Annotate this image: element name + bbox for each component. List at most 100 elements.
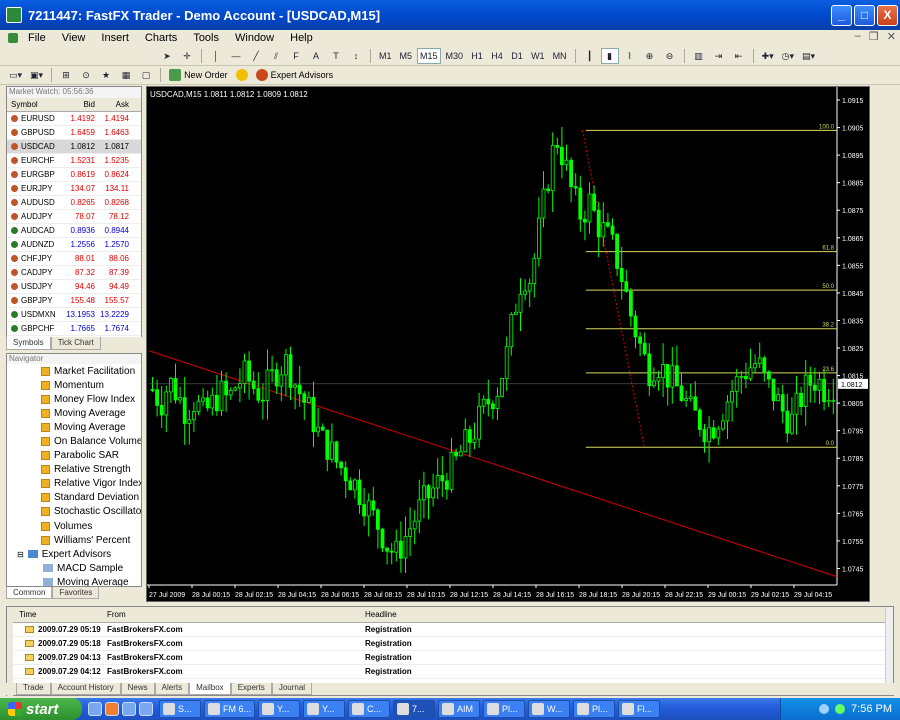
text-label-icon[interactable]: T — [327, 48, 345, 64]
market-watch-row[interactable]: CHFJPY 88.01 88.06 — [7, 252, 141, 266]
terminal-tab-journal[interactable]: Journal — [271, 683, 313, 695]
trendline-icon[interactable]: ╱ — [247, 48, 265, 64]
taskbar-button[interactable]: Pl... — [573, 700, 616, 718]
taskbar-button[interactable]: C... — [348, 700, 391, 718]
navigator-indicator-item[interactable]: Momentum — [7, 378, 141, 392]
show-desktop-icon[interactable] — [88, 702, 102, 716]
price-chart[interactable]: 1.0915 1.0905 1.0895 1.0885 1.0875 1.0865 1.08… — [147, 87, 869, 601]
metaeditor-icon[interactable] — [233, 67, 251, 83]
expert-advisors-button[interactable]: Expert Advisors — [253, 69, 337, 81]
market-watch-row[interactable]: EURCHF 1.5231 1.5235 — [7, 154, 141, 168]
market-watch-row[interactable]: AUDNZD 1.2556 1.2570 — [7, 238, 141, 252]
navigator-indicator-item[interactable]: Stochastic Oscillator — [7, 505, 141, 519]
profiles-icon[interactable]: ▣▾ — [27, 67, 46, 83]
navigator-indicator-item[interactable]: Williams' Percent — [7, 533, 141, 547]
col-headline[interactable]: Headline — [359, 610, 397, 619]
taskbar-button[interactable]: Pl... — [483, 700, 526, 718]
market-watch-row[interactable]: EURUSD 1.4192 1.4194 — [7, 112, 141, 126]
navigator-indicator-item[interactable]: Market Facilitation — [7, 364, 141, 378]
col-bid[interactable]: Bid — [57, 100, 95, 109]
data-window-icon[interactable]: ⊙ — [77, 67, 95, 83]
market-watch-row[interactable]: USDJPY 94.46 94.49 — [7, 280, 141, 294]
market-watch-row[interactable]: EURJPY 134.07 134.11 — [7, 182, 141, 196]
navigator-icon[interactable]: ★ — [97, 67, 115, 83]
terminal-tab-experts[interactable]: Experts — [230, 683, 272, 695]
market-watch-row[interactable]: EURGBP 0.8619 0.8624 — [7, 168, 141, 182]
tab-favorites[interactable]: Favorites — [52, 587, 100, 599]
navigator-indicator-item[interactable]: Relative Strength — [7, 463, 141, 477]
col-symbol[interactable]: Symbol — [7, 100, 57, 109]
collapse-icon[interactable]: ⊟ — [17, 550, 24, 559]
tf-m15-button[interactable]: M15 — [417, 48, 441, 64]
market-watch-row[interactable]: AUDJPY 78.07 78.12 — [7, 210, 141, 224]
menu-tools[interactable]: Tools — [185, 30, 227, 46]
tile-windows-icon[interactable]: ▥ — [690, 48, 708, 64]
market-watch-row[interactable]: GBPCHF 1.7665 1.7674 — [7, 322, 141, 336]
navigator-indicator-item[interactable]: Standard Deviation — [7, 491, 141, 505]
fibonacci-icon[interactable]: F — [287, 48, 305, 64]
col-time[interactable]: Time — [13, 610, 101, 619]
navigator-indicator-item[interactable]: On Balance Volume — [7, 434, 141, 448]
tf-w1-button[interactable]: W1 — [528, 48, 548, 64]
col-ask[interactable]: Ask — [95, 100, 131, 109]
tf-m30-button[interactable]: M30 — [443, 48, 467, 64]
market-watch-row[interactable]: AUDUSD 0.8265 0.8268 — [7, 196, 141, 210]
taskbar-button[interactable]: Y... — [258, 700, 301, 718]
tab-symbols[interactable]: Symbols — [6, 337, 51, 350]
menu-charts[interactable]: Charts — [137, 30, 185, 46]
mdi-close-icon[interactable]: ✕ — [887, 30, 896, 43]
close-button[interactable]: X — [877, 4, 898, 26]
horizontal-line-icon[interactable]: — — [227, 48, 245, 64]
navigator-indicator-item[interactable]: Relative Vigor Index — [7, 477, 141, 491]
navigator-indicator-item[interactable]: Money Flow Index — [7, 392, 141, 406]
market-watch-icon[interactable]: ⊞ — [57, 67, 75, 83]
menu-insert[interactable]: Insert — [93, 30, 137, 46]
new-order-button[interactable]: New Order — [166, 69, 231, 81]
menu-window[interactable]: Window — [227, 30, 282, 46]
market-watch-row[interactable]: USDCAD 1.0812 1.0817 — [7, 140, 141, 154]
taskbar-button[interactable]: Fl... — [618, 700, 661, 718]
chart-shift-icon[interactable]: ⇤ — [730, 48, 748, 64]
tab-tick-chart[interactable]: Tick Chart — [50, 337, 101, 350]
mdi-restore-icon[interactable]: ❐ — [869, 30, 879, 43]
navigator-indicator-item[interactable]: Volumes — [7, 519, 141, 533]
terminal-tab-trade[interactable]: Trade — [16, 683, 51, 695]
mailbox-row[interactable]: 2009.07.29 05:19 FastBrokersFX.com Registr… — [13, 623, 893, 637]
mdi-minimize-icon[interactable]: – — [855, 30, 861, 43]
terminal-tab-alerts[interactable]: Alerts — [154, 683, 190, 695]
terminal-tab-news[interactable]: News — [120, 683, 155, 695]
zoom-out-icon[interactable]: ⊖ — [661, 48, 679, 64]
tray-icon[interactable] — [819, 704, 830, 714]
terminal-tab-account-history[interactable]: Account History — [50, 683, 121, 695]
cursor-icon[interactable]: ➤ — [158, 48, 176, 64]
taskbar-button[interactable]: 7... — [393, 700, 436, 718]
templates-icon[interactable]: ▤▾ — [799, 48, 818, 64]
navigator-expert-item[interactable]: Moving Average — [7, 575, 141, 586]
taskbar-button[interactable]: AIM — [438, 700, 481, 718]
mailbox-row[interactable]: 2009.07.29 05:18 FastBrokersFX.com Registr… — [13, 637, 893, 651]
taskbar-button[interactable]: W... — [528, 700, 571, 718]
menu-help[interactable]: Help — [282, 30, 321, 46]
taskbar-button[interactable]: S... — [159, 700, 201, 718]
maximize-button[interactable]: □ — [854, 4, 875, 26]
terminal-scrollbar[interactable] — [885, 607, 893, 695]
vertical-line-icon[interactable]: │ — [207, 48, 225, 64]
tray-icon[interactable] — [835, 704, 846, 714]
terminal-tab-mailbox[interactable]: Mailbox — [189, 683, 231, 695]
market-watch-row[interactable]: CADJPY 87.32 87.39 — [7, 266, 141, 280]
market-watch-row[interactable]: GBPUSD 1.6459 1.6463 — [7, 126, 141, 140]
navigator-indicator-item[interactable]: Parabolic SAR — [7, 449, 141, 463]
candlestick-icon[interactable]: ▮ — [600, 48, 619, 64]
tf-h1-button[interactable]: H1 — [468, 48, 486, 64]
clock[interactable]: 7:56 PM — [851, 703, 892, 715]
navigator-expert-advisors-group[interactable]: ⊟ Expert Advisors — [7, 547, 141, 561]
firefox-icon[interactable] — [105, 702, 119, 716]
minimize-button[interactable]: _ — [831, 4, 852, 26]
indicators-icon[interactable]: ✚▾ — [759, 48, 777, 64]
tf-m1-button[interactable]: M1 — [376, 48, 395, 64]
tf-mn-button[interactable]: MN — [550, 48, 570, 64]
col-from[interactable]: From — [101, 610, 359, 619]
market-watch-row[interactable]: USDMXN 13.1953 13.2229 — [7, 308, 141, 322]
line-chart-icon[interactable]: ⌇ — [621, 48, 639, 64]
app-icon[interactable] — [6, 7, 22, 23]
